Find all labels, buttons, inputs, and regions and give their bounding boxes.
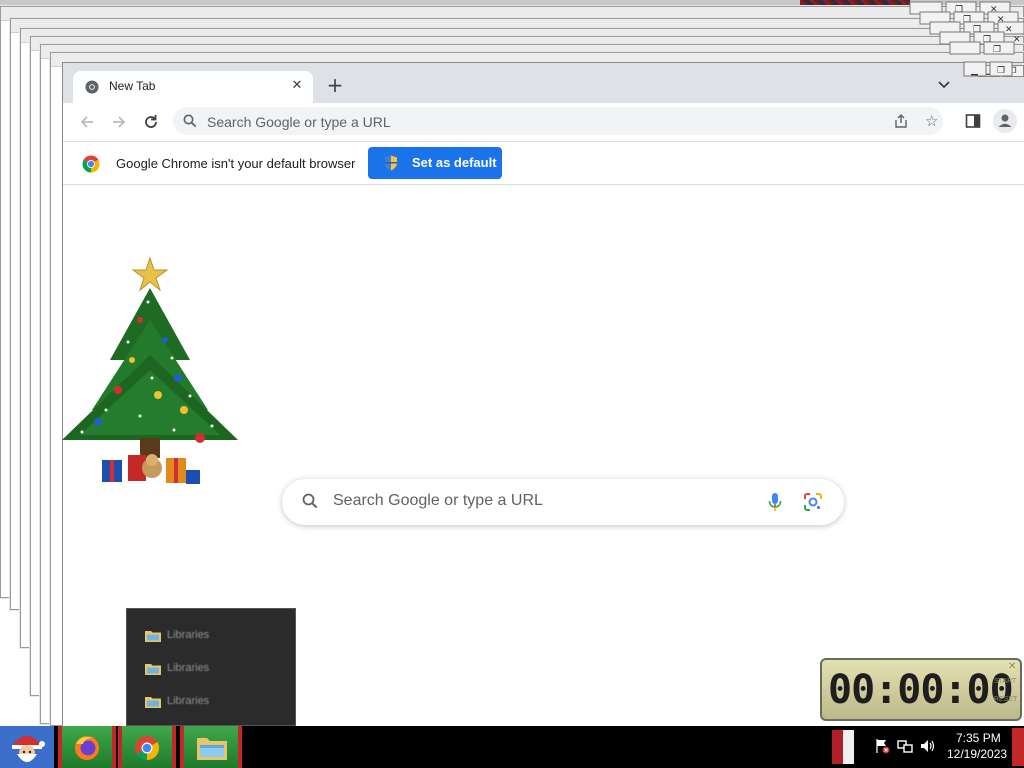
network-icon[interactable] — [897, 738, 913, 754]
svg-text:❐: ❐ — [973, 25, 981, 35]
infobar-message: Google Chrome isn't your default browser — [116, 156, 356, 171]
timer-display: 00:00:00 — [828, 667, 1014, 713]
volume-icon[interactable] — [920, 738, 936, 754]
jump-list-item-label: Libraries — [167, 662, 210, 674]
chrome-icon — [135, 736, 160, 760]
forward-arrow-icon[interactable] — [108, 111, 130, 133]
svg-text:❐: ❐ — [983, 35, 991, 45]
set-as-default-label: Set as default — [412, 155, 497, 170]
bookmark-star-icon[interactable]: ☆ — [925, 113, 941, 129]
back-arrow-icon[interactable] — [76, 111, 98, 133]
default-browser-infobar: Google Chrome isn't your default browser… — [63, 141, 1024, 185]
timer-start-button[interactable]: START — [994, 678, 1016, 685]
address-bar-placeholder: Search Google or type a URL — [207, 114, 391, 130]
jump-list-item[interactable]: Libraries — [145, 627, 285, 645]
taskbar-firefox-button[interactable] — [58, 726, 116, 768]
google-lens-icon[interactable] — [803, 492, 823, 512]
folder-icon — [197, 738, 227, 760]
svg-text:❐: ❐ — [955, 5, 963, 15]
close-icon[interactable]: ✕ — [1008, 661, 1016, 672]
taskbar-chrome-button[interactable] — [118, 726, 176, 768]
taskbar-file-explorer-button[interactable] — [180, 726, 242, 768]
timer-reset-button[interactable]: RESET — [994, 696, 1017, 703]
jump-list-item-label: Libraries — [167, 695, 210, 707]
jump-list-item[interactable]: Libraries — [145, 693, 285, 711]
action-center-flag-icon[interactable] — [874, 738, 890, 754]
start-button[interactable] — [0, 726, 54, 768]
tray-flag-button[interactable] — [832, 730, 854, 764]
share-icon[interactable] — [893, 113, 909, 129]
search-icon — [302, 493, 318, 509]
folder-icon — [145, 664, 161, 675]
timer-gadget: 00:00:00 START RESET ✕ — [820, 658, 1022, 721]
jump-list-item-label: Libraries — [167, 629, 210, 641]
jump-list-popup: Libraries Libraries Libraries — [126, 608, 296, 726]
clock-date[interactable]: 12/19/2023 — [947, 747, 1007, 761]
microphone-icon[interactable] — [768, 492, 782, 512]
chrome-icon — [85, 80, 99, 94]
christmas-tree-gadget — [62, 256, 238, 484]
profile-avatar-icon[interactable] — [993, 109, 1017, 133]
svg-text:✕: ✕ — [990, 5, 998, 15]
tab-title: New Tab — [109, 79, 156, 93]
folder-icon — [145, 631, 161, 642]
svg-text:✕: ✕ — [1005, 25, 1013, 35]
show-desktop-button[interactable] — [1012, 728, 1024, 766]
svg-text:✕: ✕ — [997, 15, 1005, 25]
taskbar: 7:35 PM 12/19/2023 — [0, 726, 1024, 768]
svg-text:❐: ❐ — [997, 66, 1005, 76]
new-tab-button[interactable]: + — [325, 75, 345, 95]
close-icon[interactable]: ✕ — [289, 78, 305, 94]
svg-text:✕: ✕ — [1013, 35, 1021, 45]
reload-icon[interactable] — [140, 111, 162, 133]
folder-icon — [145, 697, 161, 708]
svg-text:❐: ❐ — [963, 15, 971, 25]
santa-icon — [0, 726, 54, 768]
background-window-controls: ❐ ✕ ❐ ✕ ❐ ✕ ❐ ✕ ❐ ▁ ❐ — [909, 1, 1024, 77]
svg-text:▁: ▁ — [970, 66, 979, 76]
clock-time[interactable]: 7:35 PM — [956, 731, 1001, 745]
jump-list-item[interactable]: Libraries — [145, 660, 285, 678]
set-as-default-button[interactable]: Set as default — [368, 147, 502, 179]
firefox-icon — [75, 736, 99, 760]
side-panel-icon[interactable] — [965, 113, 981, 129]
svg-text:❐: ❐ — [993, 45, 1001, 55]
ntp-search-placeholder: Search Google or type a URL — [333, 492, 543, 509]
chrome-logo-icon — [82, 155, 100, 173]
browser-toolbar: Search Google or type a URL ☆ — [63, 103, 1024, 141]
address-bar[interactable]: Search Google or type a URL ☆ — [173, 107, 943, 135]
uac-shield-icon — [385, 155, 397, 171]
search-icon — [183, 114, 197, 128]
tab-strip: New Tab ✕ + ▁ ❐ — [63, 63, 1024, 103]
tab-new-tab[interactable]: New Tab ✕ — [73, 71, 313, 103]
ntp-search-box[interactable]: Search Google or type a URL — [282, 479, 844, 525]
